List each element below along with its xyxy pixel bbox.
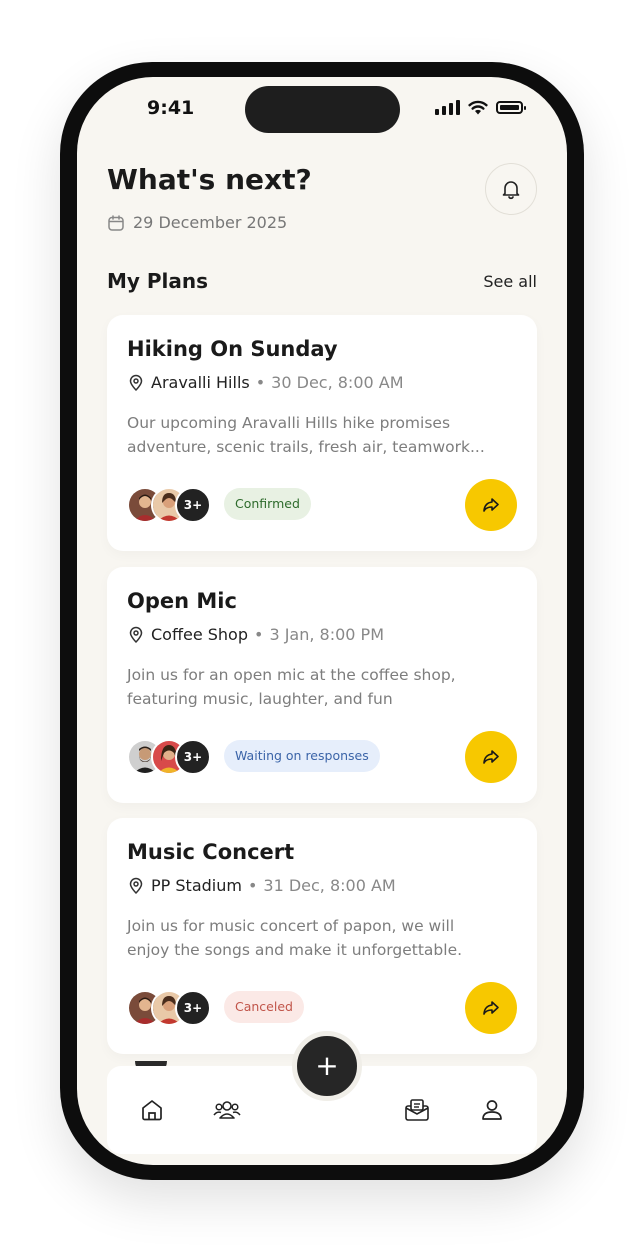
plus-icon: +: [315, 1049, 339, 1082]
plan-card[interactable]: Open Mic Coffee Shop • 3 Jan, 8:00 PM Jo…: [107, 567, 537, 803]
status-badge: Waiting on responses: [224, 740, 380, 772]
section-title: My Plans: [107, 269, 209, 293]
share-button[interactable]: [465, 731, 517, 783]
meta-separator: •: [247, 876, 258, 895]
plan-meta: Aravalli Hills • 30 Dec, 8:00 AM: [127, 373, 404, 392]
nav-home[interactable]: [137, 1095, 167, 1125]
people-icon: [213, 1101, 241, 1119]
share-arrow-icon: [483, 750, 499, 764]
meta-separator: •: [254, 625, 264, 644]
see-all-link[interactable]: See all: [483, 272, 537, 291]
plan-card[interactable]: Hiking On Sunday Aravalli Hills • 30 Dec…: [107, 315, 537, 551]
wifi-icon: [468, 100, 488, 114]
plan-meta: Coffee Shop • 3 Jan, 8:00 PM: [127, 625, 384, 644]
plans-section-header: My Plans See all: [107, 269, 537, 293]
more-participants-count: 3+: [175, 739, 211, 775]
location-pin-icon: [129, 877, 143, 894]
status-icons: [435, 99, 526, 115]
share-arrow-icon: [483, 498, 499, 512]
app-screen: 9:41 What's next? 29 December 2025 My Pl…: [77, 77, 567, 1165]
status-badge: Canceled: [224, 991, 304, 1023]
nav-friends[interactable]: [212, 1095, 242, 1125]
current-date: 29 December 2025: [133, 213, 288, 232]
more-participants-count: 3+: [175, 990, 211, 1026]
cellular-signal-icon: [435, 99, 460, 115]
status-badge: Confirmed: [224, 488, 311, 520]
location-pin-icon: [129, 374, 143, 391]
meta-separator: •: [255, 373, 266, 392]
dynamic-island: [245, 86, 400, 133]
plan-datetime: 31 Dec, 8:00 AM: [263, 876, 396, 895]
calendar-icon: [108, 214, 124, 231]
share-button[interactable]: [465, 982, 517, 1034]
plan-title: Hiking On Sunday: [127, 337, 338, 361]
plan-location: Aravalli Hills: [151, 373, 250, 392]
share-button[interactable]: [465, 479, 517, 531]
plan-description: Join us for an open mic at the coffee sh…: [127, 666, 456, 708]
plan-card[interactable]: Music Concert PP Stadium • 31 Dec, 8:00 …: [107, 818, 537, 1054]
plan-meta: PP Stadium • 31 Dec, 8:00 AM: [127, 876, 396, 895]
plan-location: Coffee Shop: [151, 625, 248, 644]
share-arrow-icon: [483, 1001, 499, 1015]
participant-avatars[interactable]: 3+: [127, 487, 217, 523]
mail-icon: [405, 1099, 429, 1121]
status-time: 9:41: [147, 97, 195, 119]
more-participants-count: 3+: [175, 487, 211, 523]
bell-icon: [502, 181, 520, 200]
plan-title: Music Concert: [127, 840, 295, 864]
nav-inbox[interactable]: [402, 1095, 432, 1125]
plan-datetime: 30 Dec, 8:00 AM: [271, 373, 404, 392]
plan-datetime: 3 Jan, 8:00 PM: [269, 625, 385, 644]
plan-description: Our upcoming Aravalli Hills hike promise…: [127, 414, 485, 456]
create-plan-button[interactable]: +: [292, 1031, 362, 1101]
phone-frame: 9:41 What's next? 29 December 2025 My Pl…: [60, 62, 584, 1180]
page-title: What's next?: [107, 163, 312, 196]
location-pin-icon: [129, 626, 143, 643]
participant-avatars[interactable]: 3+: [127, 990, 217, 1026]
plan-location: PP Stadium: [151, 876, 242, 895]
plan-title: Open Mic: [127, 589, 237, 613]
home-icon: [142, 1100, 162, 1121]
user-icon: [482, 1100, 502, 1120]
notifications-button[interactable]: [485, 163, 537, 215]
plan-description: Join us for music concert of papon, we w…: [127, 917, 463, 959]
participant-avatars[interactable]: 3+: [127, 739, 217, 775]
nav-profile[interactable]: [477, 1095, 507, 1125]
battery-icon: [496, 100, 526, 114]
date-row: 29 December 2025: [107, 213, 287, 232]
